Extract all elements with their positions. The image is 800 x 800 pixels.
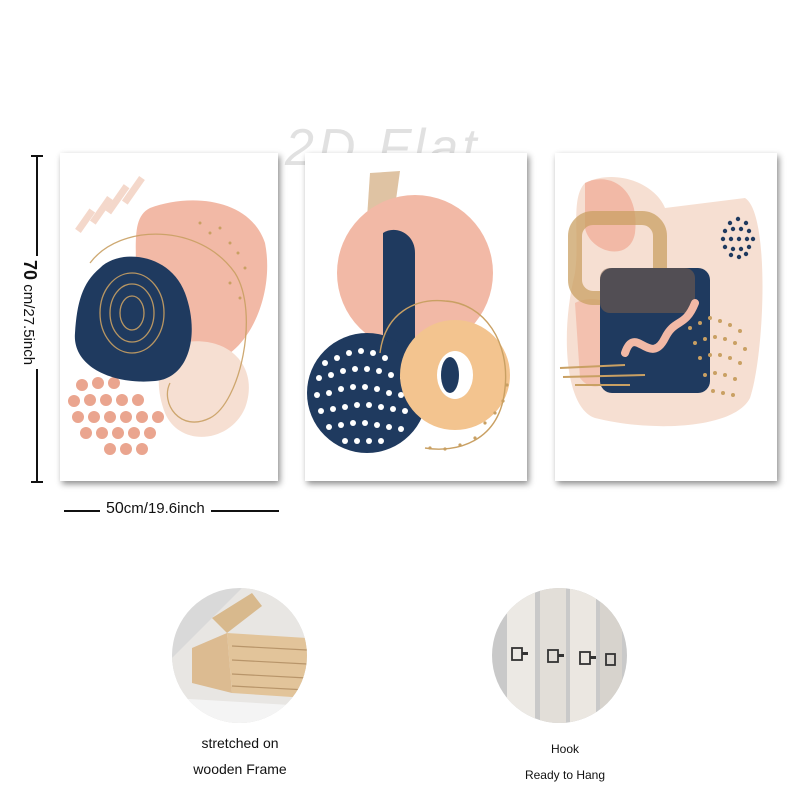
width-dimension-label: 50cm/19.6inch: [100, 500, 211, 518]
height-value: 70: [20, 260, 40, 281]
width-unit: cm/19.6inch: [123, 500, 205, 517]
hook-image: [492, 588, 627, 723]
middle-print: [305, 153, 527, 481]
hook-photo: [492, 588, 627, 723]
left-print-art: [68, 175, 268, 455]
hook-caption-line1: Hook: [550, 742, 579, 756]
wooden-frame-image: [172, 588, 307, 723]
height-unit: cm/27.5inch: [20, 284, 37, 366]
frame-caption: stretched on wooden Frame: [150, 730, 330, 782]
right-print: [555, 153, 777, 481]
middle-print-art: [307, 171, 510, 453]
height-dimension-label: 70 cm/27.5inch: [19, 256, 40, 370]
frame-caption-line2: wooden Frame: [193, 761, 287, 777]
hook-caption: Hook Ready to Hang: [470, 736, 660, 788]
wooden-frame-photo: [172, 588, 307, 723]
left-print: [60, 153, 278, 481]
right-print-art: [559, 177, 763, 427]
hook-caption-line2: Ready to Hang: [524, 768, 606, 782]
width-value: 50: [106, 500, 124, 517]
frame-caption-line1: stretched on: [201, 735, 279, 751]
